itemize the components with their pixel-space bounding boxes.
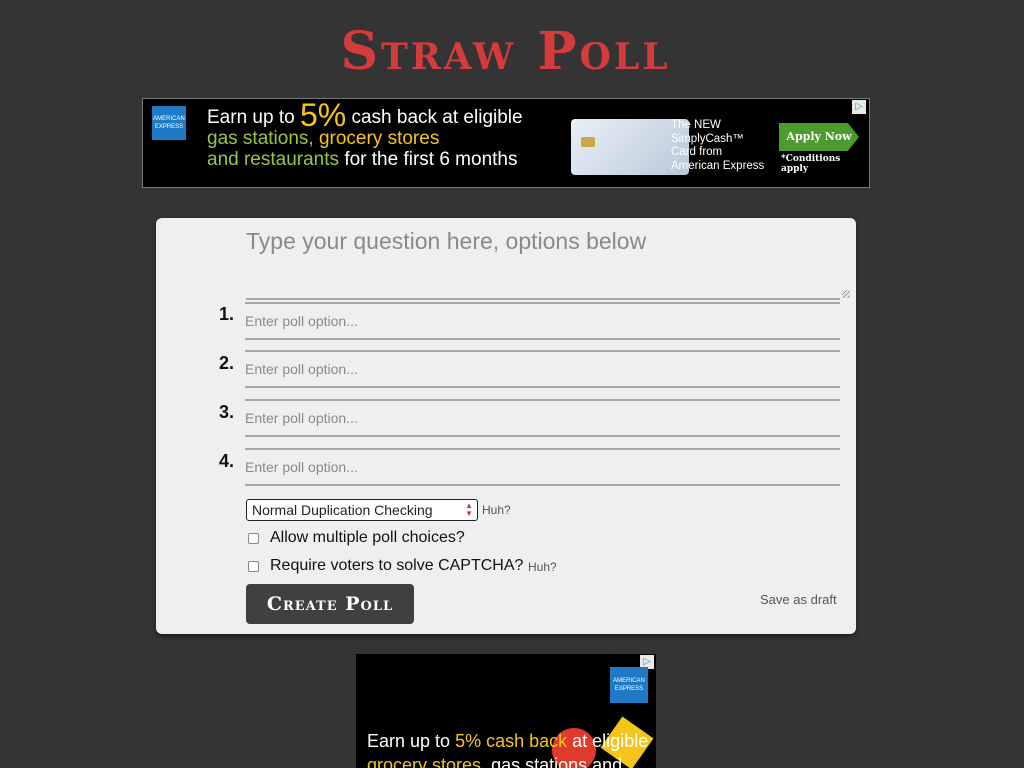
- bad-line1-pre: Earn up to: [367, 731, 451, 751]
- allow-multiple-label: Allow multiple poll choices?: [270, 529, 465, 546]
- ad-line2-a: gas stations,: [207, 128, 314, 149]
- bad-line2-post: gas stations and: [491, 755, 623, 768]
- poll-option-2-input[interactable]: [245, 350, 840, 388]
- poll-form: 1. 2. 3. 4. Normal Duplication Checking …: [156, 218, 856, 634]
- select-arrows-icon: ▲ ▼: [465, 501, 473, 518]
- duplication-check-select[interactable]: Normal Duplication Checking ▲ ▼: [246, 499, 478, 521]
- captcha-label: Require voters to solve CAPTCHA?: [270, 557, 524, 574]
- poll-option-4-input[interactable]: [245, 448, 840, 486]
- card-line1: The NEW: [671, 119, 721, 131]
- ad-line3-a: and restaurants: [207, 149, 340, 170]
- ad-card-text: The NEW SimplyCash™ Card from American E…: [671, 119, 764, 173]
- allow-multiple-row[interactable]: Allow multiple poll choices?: [248, 529, 465, 547]
- amex-logo: AMERICAN EXPRESS: [152, 106, 186, 140]
- amex-logo-text: AMERICAN EXPRESS: [153, 116, 185, 130]
- option-number-4: 4.: [219, 451, 235, 471]
- captcha-row[interactable]: Require voters to solve CAPTCHA?: [248, 557, 523, 575]
- amex-logo-bottom: AMERICAN EXPRESS: [610, 667, 648, 703]
- card-line4: American Express: [671, 159, 765, 172]
- conditions-text: *Conditions apply: [781, 154, 841, 174]
- adchoices-icon[interactable]: ▷: [852, 100, 866, 114]
- allow-multiple-checkbox[interactable]: [248, 532, 259, 544]
- top-banner-ad[interactable]: ▷ AMERICAN EXPRESS Earn up to 5% cash ba…: [142, 98, 870, 188]
- card-chip-icon: [581, 137, 595, 147]
- bottom-ad[interactable]: ▷ AMERICAN EXPRESS Earn up to 5% cash ba…: [356, 654, 656, 768]
- duplication-check-value: Normal Duplication Checking: [252, 502, 433, 518]
- bottom-ad-copy: Earn up to 5% cash back at eligible groc…: [367, 729, 648, 768]
- save-draft-link[interactable]: Save as draft: [760, 592, 837, 607]
- ad-line2-b: grocery stores: [318, 128, 440, 149]
- duplication-help-link[interactable]: Huh?: [482, 503, 511, 517]
- poll-option-1-input[interactable]: [245, 302, 840, 340]
- site-logo[interactable]: Straw Poll: [0, 22, 1011, 82]
- bad-line1-post: at eligible: [572, 731, 649, 751]
- captcha-help-link[interactable]: Huh?: [528, 560, 557, 574]
- card-line2: SimplyCash™: [671, 132, 744, 145]
- create-poll-button[interactable]: Create Poll: [246, 584, 414, 624]
- option-number-2: 2.: [219, 353, 235, 373]
- bad-line1-yel: 5% cash back: [455, 731, 568, 751]
- captcha-checkbox[interactable]: [248, 560, 259, 572]
- card-line3: Card from: [671, 146, 723, 158]
- ad-line1-pre: Earn up to: [207, 107, 295, 128]
- ad-line3-b: for the first 6 months: [344, 149, 518, 170]
- resize-grip-icon[interactable]: [842, 290, 850, 298]
- poll-option-3-input[interactable]: [245, 399, 840, 437]
- ad-copy: Earn up to 5% cash back at eligible gas …: [207, 99, 523, 170]
- option-number-1: 1.: [219, 304, 235, 324]
- apply-now-button[interactable]: Apply Now: [779, 123, 859, 151]
- amex-logo-bottom-text: AMERICAN EXPRESS: [613, 678, 645, 692]
- question-input[interactable]: [246, 228, 840, 300]
- option-number-3: 3.: [219, 402, 235, 422]
- ad-line1-post: cash back at eligible: [351, 107, 523, 128]
- bad-line2-yel: grocery stores,: [367, 755, 487, 768]
